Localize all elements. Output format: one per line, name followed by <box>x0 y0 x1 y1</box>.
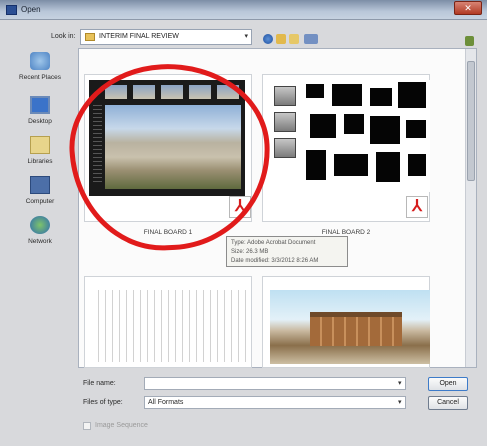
figure-ground-block <box>306 150 326 180</box>
place-desktop[interactable]: Desktop <box>4 96 76 134</box>
rendering-preview <box>270 290 430 364</box>
image-sequence-label: Image Sequence <box>95 422 148 429</box>
window-title: Open <box>21 5 41 14</box>
filename-label: File name: <box>83 380 116 387</box>
figure-ground-block <box>376 152 400 182</box>
place-recent-places[interactable]: Recent Places <box>4 52 76 90</box>
libraries-icon <box>30 136 50 154</box>
figure-ground-block <box>334 154 368 176</box>
lookin-row: Look in: INTERIM FINAL REVIEW ▾ <box>0 26 487 50</box>
chevron-down-icon: ▾ <box>244 33 248 40</box>
place-label: Recent Places <box>19 74 61 81</box>
filetype-select[interactable]: All Formats <box>144 396 406 409</box>
aerial-photo <box>274 86 296 106</box>
title-bar: Open ✕ <box>0 0 487 20</box>
board-2-preview <box>270 80 430 192</box>
computer-icon <box>30 176 50 194</box>
lookin-value: INTERIM FINAL REVIEW <box>99 33 179 40</box>
views-menu-icon[interactable] <box>304 34 318 44</box>
pdf-icon: ⅄ <box>406 196 428 218</box>
filetype-value: All Formats <box>148 399 184 406</box>
file-name-label: FINAL BOARD 2 <box>321 229 371 236</box>
lookin-dropdown[interactable]: INTERIM FINAL REVIEW ▾ <box>80 29 252 45</box>
aerial-photo <box>274 138 296 158</box>
filetype-label: Files of type: <box>83 399 123 406</box>
figure-ground-block <box>408 154 426 176</box>
figure-ground-block <box>370 116 400 144</box>
figure-ground-block <box>332 84 362 106</box>
figure-ground-block <box>406 120 426 138</box>
scrollbar-thumb[interactable] <box>467 61 475 181</box>
close-button[interactable]: ✕ <box>454 1 482 15</box>
place-label: Computer <box>25 198 55 205</box>
place-label: Libraries <box>27 158 53 165</box>
folder-options-icon[interactable] <box>465 36 474 46</box>
figure-ground-block <box>344 114 364 134</box>
figure-ground-block <box>310 114 336 138</box>
plans-preview <box>92 290 246 362</box>
vertical-scrollbar[interactable] <box>465 49 476 367</box>
file-info-tooltip: Type: Adobe Acrobat Document Size: 26.3 … <box>226 236 348 267</box>
building-render <box>310 312 402 346</box>
network-icon <box>30 216 50 234</box>
figure-ground-block <box>306 84 324 98</box>
place-label: Network <box>28 238 52 245</box>
back-icon[interactable] <box>263 34 273 44</box>
place-libraries[interactable]: Libraries <box>4 136 76 174</box>
places-sidebar: Recent Places Desktop Libraries Computer… <box>4 52 76 270</box>
up-folder-icon[interactable] <box>276 34 286 44</box>
cancel-button[interactable]: Cancel <box>428 396 468 410</box>
tooltip-type: Type: Adobe Acrobat Document <box>231 240 316 246</box>
lookin-label: Look in: <box>51 33 76 40</box>
figure-ground-block <box>398 82 426 108</box>
new-folder-icon[interactable] <box>289 34 299 44</box>
app-icon <box>6 5 17 15</box>
aerial-photo <box>274 112 296 132</box>
desktop-icon <box>30 96 50 114</box>
tooltip-size: Size: 26.3 MB <box>231 249 269 255</box>
place-network[interactable]: Network <box>4 216 76 254</box>
folder-icon <box>85 33 95 41</box>
place-computer[interactable]: Computer <box>4 176 76 214</box>
place-label: Desktop <box>28 118 52 125</box>
figure-ground-block <box>370 88 392 106</box>
recent-places-icon <box>30 52 50 70</box>
image-sequence-checkbox[interactable] <box>83 422 91 430</box>
open-button[interactable]: Open <box>428 377 468 391</box>
filename-input[interactable] <box>144 377 406 390</box>
tooltip-date: Date modified: 3/3/2012 8:26 AM <box>231 258 319 264</box>
